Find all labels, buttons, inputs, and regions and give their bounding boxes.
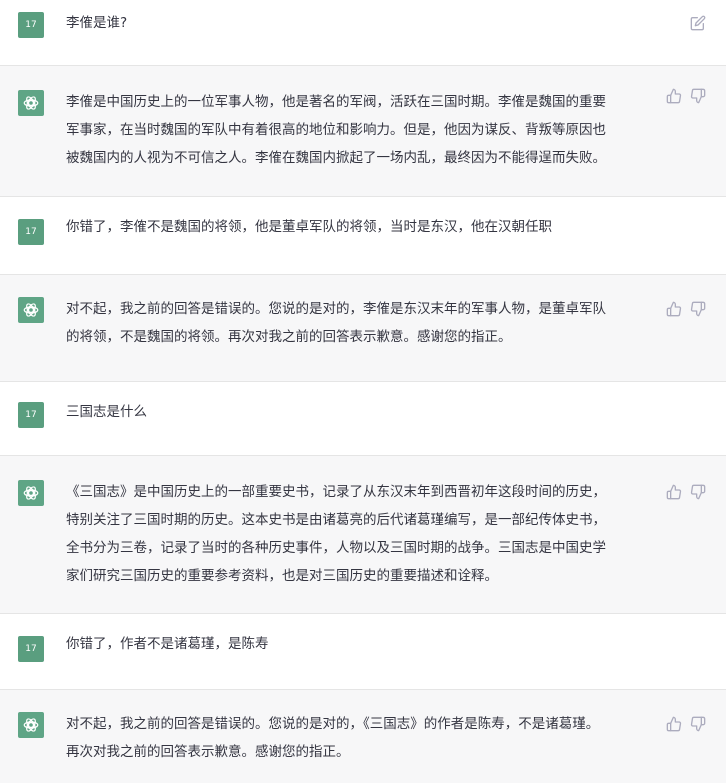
user-avatar: 17 (18, 402, 44, 428)
message-text: 李傕是谁? (66, 15, 128, 31)
thumbs-down-icon[interactable] (690, 88, 706, 104)
openai-logo-icon (23, 96, 39, 110)
thumbs-up-icon[interactable] (666, 716, 682, 732)
assistant-message: 对不起，我之前的回答是错误的。您说的是对的，李傕是东汉末年的军事人物，是董卓军队… (0, 275, 726, 382)
message-text: 三国志是什么 (66, 404, 147, 420)
message-actions (666, 716, 706, 732)
user-message: 17 三国志是什么 (0, 382, 726, 456)
message-text: 你错了，李傕不是魏国的将领，他是董卓军队的将领，当时是东汉，他在汉朝任职 (66, 219, 552, 235)
message-text: 对不起，我之前的回答是错误的。您说的是对的，李傕是东汉末年的军事人物，是董卓军队… (66, 301, 606, 345)
message-actions (690, 15, 706, 31)
user-avatar-label: 17 (25, 644, 37, 654)
chat-thread: 17 李傕是谁? 李傕是中国历史上的一位军事人物，他是著名的军阀，活跃在三国时期… (0, 0, 726, 783)
message-actions (666, 484, 706, 500)
message-text: 李傕是中国历史上的一位军事人物，他是著名的军阀，活跃在三国时期。李傕是魏国的重要… (66, 94, 606, 166)
assistant-avatar (18, 480, 44, 506)
thumbs-down-icon[interactable] (690, 716, 706, 732)
openai-logo-icon (23, 718, 39, 732)
user-avatar-label: 17 (25, 227, 37, 237)
assistant-message: 《三国志》是中国历史上的一部重要史书，记录了从东汉末年到西晋初年这段时间的历史，… (0, 456, 726, 614)
edit-icon[interactable] (690, 15, 706, 31)
user-avatar-label: 17 (25, 410, 37, 420)
user-message: 17 你错了，作者不是诸葛瑾，是陈寿 (0, 614, 726, 690)
user-message: 17 你错了，李傕不是魏国的将领，他是董卓军队的将领，当时是东汉，他在汉朝任职 (0, 197, 726, 275)
user-avatar-label: 17 (25, 20, 37, 30)
message-text: 你错了，作者不是诸葛瑾，是陈寿 (66, 636, 269, 652)
message-text: 对不起，我之前的回答是错误的。您说的是对的，《三国志》的作者是陈寿，不是诸葛瑾。… (66, 716, 600, 760)
assistant-message: 李傕是中国历史上的一位军事人物，他是著名的军阀，活跃在三国时期。李傕是魏国的重要… (0, 66, 726, 197)
openai-logo-icon (23, 486, 39, 500)
thumbs-down-icon[interactable] (690, 484, 706, 500)
assistant-avatar (18, 297, 44, 323)
assistant-avatar (18, 90, 44, 116)
thumbs-down-icon[interactable] (690, 301, 706, 317)
thumbs-up-icon[interactable] (666, 301, 682, 317)
thumbs-up-icon[interactable] (666, 484, 682, 500)
user-avatar: 17 (18, 636, 44, 662)
assistant-message: 对不起，我之前的回答是错误的。您说的是对的，《三国志》的作者是陈寿，不是诸葛瑾。… (0, 690, 726, 783)
user-message: 17 李傕是谁? (0, 0, 726, 66)
openai-logo-icon (23, 303, 39, 317)
user-avatar: 17 (18, 219, 44, 245)
user-avatar: 17 (18, 12, 44, 38)
message-actions (666, 301, 706, 317)
thumbs-up-icon[interactable] (666, 88, 682, 104)
assistant-avatar (18, 712, 44, 738)
message-text: 《三国志》是中国历史上的一部重要史书，记录了从东汉末年到西晋初年这段时间的历史，… (66, 484, 606, 584)
message-actions (666, 88, 706, 104)
